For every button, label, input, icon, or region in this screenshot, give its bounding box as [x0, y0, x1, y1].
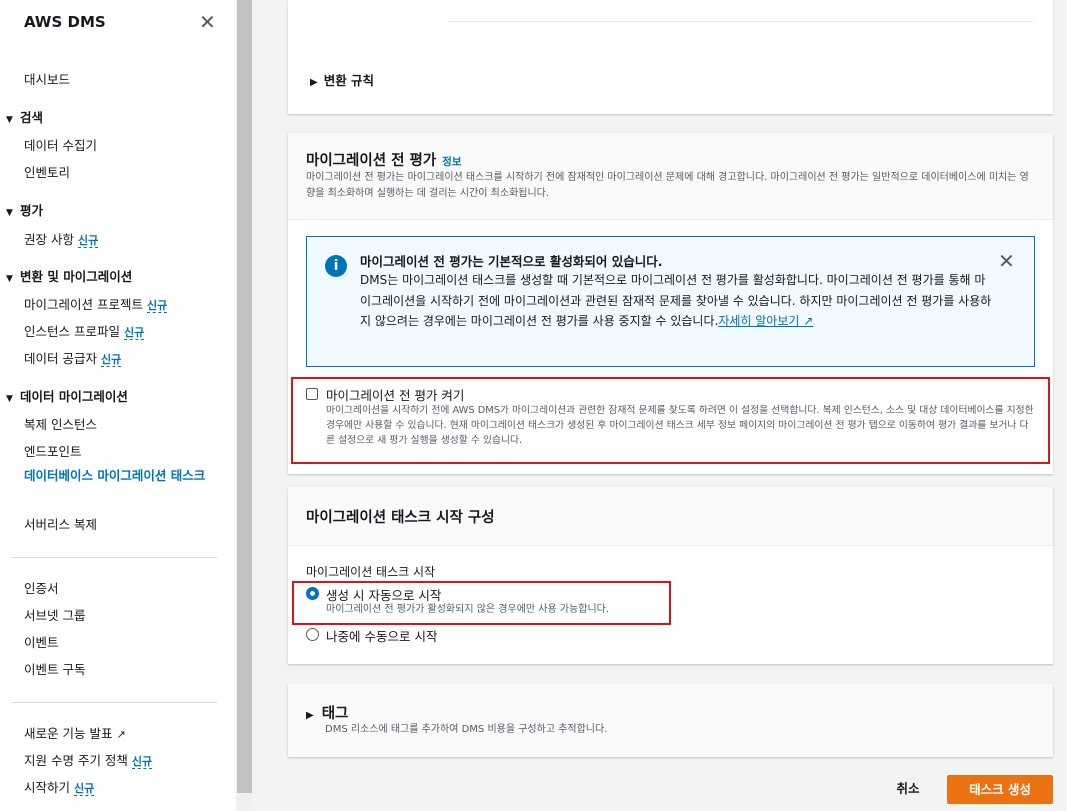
alert-title: 마이그레이션 전 평가는 기본적으로 활성화되어 있습니다. [360, 254, 663, 269]
card-heading: 마이그레이션 전 평가 정보 [306, 149, 461, 170]
radio-manual-start[interactable] [306, 628, 319, 641]
new-badge: 신규 [123, 326, 145, 340]
radio-auto-start[interactable] [306, 587, 319, 600]
sidebar-item-endpoints[interactable]: 엔드포인트 [24, 441, 82, 460]
new-badge: 신규 [146, 299, 168, 313]
checkbox-description: 마이그레이션을 시작하기 전에 AWS DMS가 마이그레이션과 관련한 잠재적… [326, 405, 1034, 446]
new-badge: 신규 [131, 755, 153, 769]
tags-card: ▶ 태그 DMS 리소스에 태그를 추가하여 DMS 비용을 구성하고 추적합니다… [288, 684, 1053, 757]
caret-down-icon: ▼ [6, 274, 13, 284]
sidebar-divider [12, 557, 217, 558]
card-header: 마이그레이션 전 평가 정보 마이그레이션 전 평가는 마이그레이션 태스크를 시… [288, 133, 1053, 220]
sidebar-item-subnet-groups[interactable]: 서브넷 그룹 [24, 605, 85, 624]
sidebar-item-events[interactable]: 이벤트 [24, 632, 59, 651]
create-task-button[interactable]: 태스크 생성 [947, 775, 1053, 804]
sidebar-item-data-collectors[interactable]: 데이터 수집기 [24, 135, 97, 154]
caret-right-icon: ▶ [306, 710, 314, 721]
caret-down-icon: ▼ [6, 115, 13, 125]
sidebar-item-inventory[interactable]: 인벤토리 [24, 162, 70, 181]
radio-manual-start-label[interactable]: 나중에 수동으로 시작 [326, 626, 437, 645]
sidebar-item-recommendations[interactable]: 권장 사항 신규 [24, 229, 99, 248]
section-title: 마이그레이션 전 평가 [306, 153, 437, 169]
checkbox-label[interactable]: 마이그레이션 전 평가 켜기 [326, 385, 464, 404]
transform-rules-expander[interactable]: ▶ 변환 규칙 [310, 70, 374, 89]
sidebar-item-instance-profiles[interactable]: 인스턴스 프로파일 신규 [24, 321, 145, 340]
side-navigation: AWS DMS ✕ 대시보드 ▼ 검색 데이터 수집기 인벤토리 ▼ 평가 권장 사… [0, 0, 236, 811]
radio-auto-start-description: 마이그레이션 전 평가가 활성화되지 않은 경우에만 사용 가능합니다. [326, 604, 610, 615]
alert-body: DMS는 마이그레이션 태스크를 생성할 때 기본적으로 마이그레이션 전 평가… [360, 273, 992, 328]
new-badge: 신규 [100, 353, 122, 367]
sidebar-item-serverless-replication[interactable]: 서버리스 복제 [24, 514, 97, 533]
table-mapping-card: ▶ 변환 규칙 [288, 0, 1053, 114]
sidebar-title[interactable]: AWS DMS [24, 13, 106, 31]
info-alert: i 마이그레이션 전 평가는 기본적으로 활성화되어 있습니다. DMS는 마이… [306, 236, 1035, 367]
sidebar-item-event-subscriptions[interactable]: 이벤트 구독 [24, 659, 85, 678]
close-icon[interactable]: ✕ [998, 251, 1015, 271]
sidebar-item-getting-started[interactable]: 시작하기 신규 [24, 777, 95, 796]
scrollbar-thumb[interactable] [237, 0, 252, 793]
section-title: 마이그레이션 태스크 시작 구성 [306, 510, 495, 526]
caret-down-icon: ▼ [6, 208, 13, 218]
cancel-button[interactable]: 취소 [880, 776, 936, 802]
sidebar-item-whats-new[interactable]: 새로운 기능 발표 ↗ [24, 723, 126, 742]
sidebar-section-data-migration[interactable]: ▼ 데이터 마이그레이션 [6, 386, 128, 405]
card-header: 마이그레이션 태스크 시작 구성 [288, 487, 1053, 546]
sidebar-item-data-providers[interactable]: 데이터 공급자 신규 [24, 348, 122, 367]
sidebar-item-replication-instances[interactable]: 복제 인스턴스 [24, 414, 97, 433]
sidebar-item-migration-projects[interactable]: 마이그레이션 프로젝트 신규 [24, 294, 168, 313]
sidebar-divider [12, 702, 217, 703]
new-badge: 신규 [77, 234, 99, 248]
premigration-checkbox[interactable] [306, 388, 318, 400]
sidebar-section-discover[interactable]: ▼ 검색 [6, 107, 43, 126]
sidebar-section-assess[interactable]: ▼ 평가 [6, 200, 43, 219]
caret-right-icon: ▶ [310, 77, 318, 88]
startup-configuration-card: 마이그레이션 태스크 시작 구성 마이그레이션 태스크 시작 생성 시 자동으로… [288, 487, 1053, 664]
section-description: 마이그레이션 전 평가는 마이그레이션 태스크를 시작하기 전에 잠재적인 마이… [306, 172, 1029, 199]
new-badge: 신규 [74, 782, 95, 796]
info-link[interactable]: 정보 [442, 156, 461, 168]
external-link-icon: ↗ [116, 728, 126, 741]
divider [448, 21, 1034, 22]
tags-expander[interactable]: ▶ 태그 [306, 702, 348, 723]
info-icon: i [325, 255, 347, 277]
sidebar-item-certificates[interactable]: 인증서 [24, 578, 59, 597]
tags-description: DMS 리소스에 태그를 추가하여 DMS 비용을 구성하고 추적합니다. [325, 724, 608, 735]
close-icon[interactable]: ✕ [199, 12, 216, 32]
sidebar-section-convert[interactable]: ▼ 변환 및 마이그레이션 [6, 266, 132, 285]
caret-down-icon: ▼ [6, 394, 13, 404]
field-label: 마이그레이션 태스크 시작 [306, 565, 436, 579]
sidebar-item-support-lifecycle[interactable]: 지원 수명 주기 정책 신규 [24, 750, 153, 769]
external-link-icon: ↗ [803, 314, 814, 328]
learn-more-link[interactable]: 자세히 알아보기 ↗ [718, 314, 813, 328]
sidebar-item-db-migration-tasks[interactable]: 데이터베이스 마이그레이션 태스크 [24, 467, 209, 485]
sidebar-item-dashboard[interactable]: 대시보드 [24, 69, 70, 88]
premigration-assessment-card: 마이그레이션 전 평가 정보 마이그레이션 전 평가는 마이그레이션 태스크를 시… [288, 133, 1053, 474]
